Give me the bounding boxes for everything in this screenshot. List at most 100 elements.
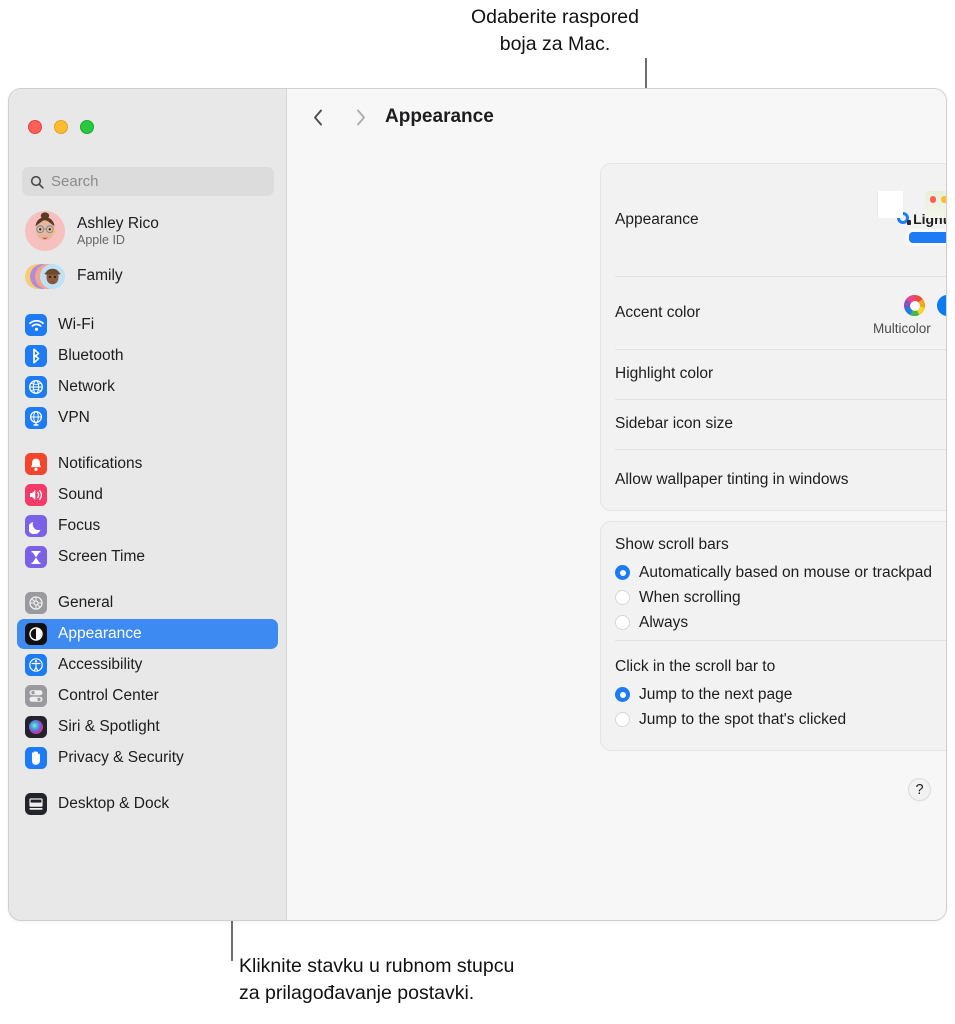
sidebar-item-accessibility-label: Accessibility (58, 656, 143, 673)
scrollbar-click-option-spot-clicked-label: Jump to the spot that's clicked (639, 710, 847, 728)
highlight-color-row[interactable]: Highlight color Accent Color (601, 349, 946, 399)
sidebar-item-siri-spotlight[interactable]: Siri & Spotlight (17, 712, 278, 742)
sidebar-group-separator (9, 434, 286, 448)
sidebar-item-general-label: General (58, 594, 114, 611)
scrollbar-option-automatic[interactable]: Automatically based on mouse or trackpad (615, 560, 946, 585)
search-field[interactable]: Search (22, 167, 274, 196)
wallpaper-tinting-row-label: Allow wallpaper tinting in windows (615, 471, 849, 488)
detail-pane: Appearance Appearance Light Accent color… (287, 89, 946, 920)
sidebar-item-appearance-label: Appearance (58, 625, 142, 642)
zoom-button[interactable] (80, 120, 94, 134)
sidebar-icon-size-row[interactable]: Sidebar icon size Medium (601, 399, 946, 449)
family-avatars-icon (25, 262, 65, 290)
scrollbar-click-option-next-page[interactable]: Jump to the next page (615, 682, 946, 707)
sidebar-group-separator (9, 573, 286, 587)
sidebar-item-privacy-security[interactable]: Privacy & Security (17, 743, 278, 773)
radio-indicator[interactable] (615, 712, 630, 727)
accent-swatch-multicolor[interactable] (904, 295, 925, 316)
back-chevron-icon[interactable] (305, 104, 331, 130)
sidebar-item-appearance[interactable]: Appearance (17, 619, 278, 649)
sidebar-group-separator (9, 774, 286, 788)
detail-header: Appearance (287, 89, 946, 145)
sidebar-item-wifi-label: Wi-Fi (58, 316, 95, 333)
accent-color-row: Accent color Multicolor (601, 276, 946, 349)
sidebar-item-wifi[interactable]: Wi-Fi (17, 310, 278, 340)
show-scroll-bars-title: Show scroll bars (615, 536, 729, 553)
wifi-icon (25, 314, 47, 336)
close-button[interactable] (28, 120, 42, 134)
speaker-icon (25, 484, 47, 506)
siri-icon (25, 716, 47, 738)
hand-icon (25, 747, 47, 769)
sidebar-item-family[interactable]: Family (17, 257, 278, 295)
forward-chevron-icon[interactable] (347, 104, 373, 130)
sidebar-item-general[interactable]: General (17, 588, 278, 618)
appearance-settings-card: Appearance Light Accent color Multicolor… (600, 163, 946, 511)
sidebar-item-siri-spotlight-label: Siri & Spotlight (58, 718, 160, 735)
bluetooth-icon (25, 345, 47, 367)
sidebar-item-bluetooth[interactable]: Bluetooth (17, 341, 278, 371)
radio-indicator[interactable] (615, 687, 630, 702)
highlight-color-row-label: Highlight color (615, 365, 714, 382)
gear-icon (25, 592, 47, 614)
radio-indicator[interactable] (615, 615, 630, 630)
sidebar-item-control-center-label: Control Center (58, 687, 159, 704)
accent-color-row-label: Accent color (615, 303, 701, 321)
scroll-bars-card: Show scroll bars Automatically based on … (600, 521, 946, 751)
sidebar-item-screen-time-label: Screen Time (58, 548, 146, 565)
sidebar-item-focus-label: Focus (58, 517, 101, 534)
appearance-option-light-ring (876, 191, 946, 246)
accent-color-caption: Multicolor (873, 321, 931, 336)
sidebar-item-notifications[interactable]: Notifications (17, 449, 278, 479)
scrollbar-option-when-scrolling-label: When scrolling (639, 588, 741, 606)
scrollbar-click-option-next-page-label: Jump to the next page (639, 685, 793, 703)
appearance-option-light[interactable]: Light (875, 191, 946, 246)
minimize-button[interactable] (54, 120, 68, 134)
page-title: Appearance (385, 106, 494, 127)
row-divider (615, 640, 946, 641)
radio-indicator[interactable] (615, 565, 630, 580)
vpn-globe-icon (25, 407, 47, 429)
sidebar-item-control-center[interactable]: Control Center (17, 681, 278, 711)
sidebar-group-separator (9, 295, 286, 309)
window-controls (28, 120, 94, 134)
appearance-row-label: Appearance (615, 211, 699, 228)
accessibility-icon (25, 654, 47, 676)
desktop-dock-icon (25, 793, 47, 815)
sidebar-item-vpn[interactable]: VPN (17, 403, 278, 433)
sidebar-item-vpn-label: VPN (58, 409, 90, 426)
scrollbar-option-always-label: Always (639, 613, 689, 631)
sidebar-item-desktop-dock[interactable]: Desktop & Dock (17, 789, 278, 819)
help-button[interactable]: ? (908, 778, 931, 801)
sidebar-item-accessibility[interactable]: Accessibility (17, 650, 278, 680)
sidebar-item-network-label: Network (58, 378, 115, 395)
sidebar-item-sound-label: Sound (58, 486, 103, 503)
search-input-placeholder[interactable]: Search (51, 173, 99, 190)
scrollbar-option-always[interactable]: Always (615, 610, 946, 635)
scrollbar-click-option-spot-clicked[interactable]: Jump to the spot that's clicked (615, 707, 946, 732)
account-text: Ashley Rico Apple ID (77, 215, 159, 248)
sidebar-item-bluetooth-label: Bluetooth (58, 347, 124, 364)
scrollbar-option-automatic-label: Automatically based on mouse or trackpad (639, 563, 932, 581)
sidebar-item-network[interactable]: Network (17, 372, 278, 402)
scrollbar-option-when-scrolling[interactable]: When scrolling (615, 585, 946, 610)
sidebar-item-sound[interactable]: Sound (17, 480, 278, 510)
moon-icon (25, 515, 47, 537)
account-name: Ashley Rico (77, 214, 159, 232)
account-subtitle: Apple ID (77, 232, 125, 247)
appearance-contrast-icon (25, 623, 47, 645)
search-icon (30, 175, 44, 189)
globe-icon (25, 376, 47, 398)
sidebar-item-apple-id[interactable]: Ashley Rico Apple ID (17, 207, 278, 255)
sidebar-item-screen-time[interactable]: Screen Time (17, 542, 278, 572)
sidebar-item-notifications-label: Notifications (58, 455, 143, 472)
radio-indicator[interactable] (615, 590, 630, 605)
sidebar-item-privacy-security-label: Privacy & Security (58, 749, 184, 766)
bell-icon (25, 453, 47, 475)
sidebar-scroll-area[interactable]: Ashley Rico Apple ID Family Wi-Fi Blueto… (9, 207, 286, 920)
sidebar-item-focus[interactable]: Focus (17, 511, 278, 541)
control-center-icon (25, 685, 47, 707)
accent-swatch-blue[interactable] (937, 295, 946, 316)
scroll-bar-click-title: Click in the scroll bar to (615, 658, 776, 675)
hourglass-icon (25, 546, 47, 568)
